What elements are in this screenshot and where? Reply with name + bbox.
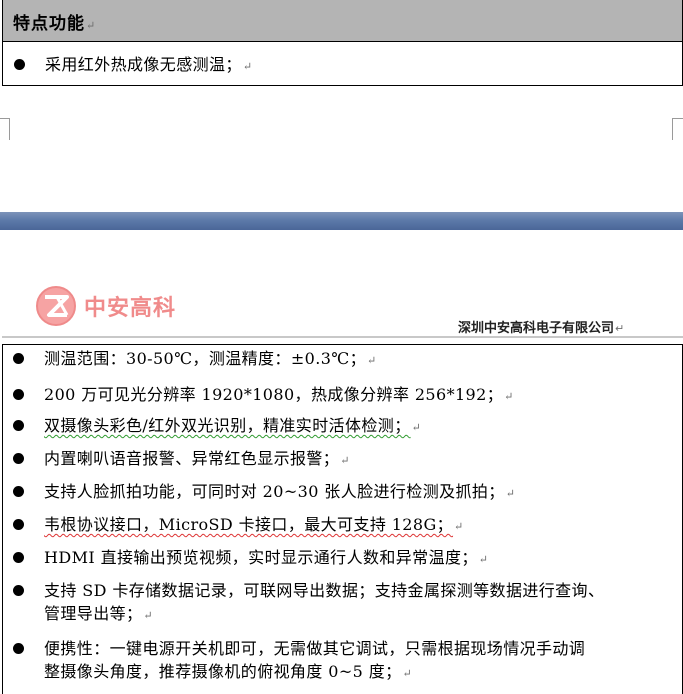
- page-break-separator: [0, 212, 683, 230]
- logo-text: 中安高科: [84, 296, 177, 321]
- list-item[interactable]: 内置喇叭语音报警、异常红色显示报警；↵: [44, 448, 350, 472]
- bullet-icon: [14, 59, 25, 70]
- section-heading[interactable]: 特点功能↵: [13, 9, 96, 34]
- bullet-icon: [13, 585, 24, 596]
- list-item[interactable]: 采用红外热成像无感测温；↵: [45, 54, 252, 78]
- feature-table-top: 特点功能↵ 采用红外热成像无感测温；↵: [2, 0, 683, 86]
- bullet-icon: [13, 552, 24, 563]
- header-rule: [2, 336, 683, 338]
- bullet-icon: [13, 486, 24, 497]
- page-corner-mark: [672, 118, 683, 119]
- list-item-continuation[interactable]: 整摄像头角度，推荐摄像机的俯视角度 0~5 度；↵: [44, 661, 412, 685]
- bullet-icon: [13, 353, 24, 364]
- list-item[interactable]: HDMI 直接输出预览视频，实时显示通行人数和异常温度；↵: [44, 547, 488, 571]
- list-item-continuation[interactable]: 管理导出等；↵: [44, 603, 153, 627]
- bullet-icon: [13, 643, 24, 654]
- list-item[interactable]: 韦根协议接口，MicroSD 卡接口，最大可支持 128G；↵: [44, 514, 464, 538]
- bullet-icon: [13, 389, 24, 400]
- bullet-icon: [13, 453, 24, 464]
- list-item[interactable]: 支持人脸抓拍功能，可同时对 20~30 张人脸进行检测及抓拍；↵: [44, 481, 515, 505]
- page-corner-mark: [9, 118, 10, 140]
- company-logo-icon: [36, 286, 76, 326]
- list-item[interactable]: 便携性：一键电源开关机即可，无需做其它调试，只需根据现场情况手动调: [44, 638, 585, 660]
- list-item[interactable]: 双摄像头彩色/红外双光识别，精准实时活体检测；↵: [44, 415, 421, 439]
- list-item[interactable]: 200 万可见光分辨率 1920*1080，热成像分辨率 256*192；↵: [44, 384, 514, 408]
- table-header-row: 特点功能↵: [3, 0, 682, 42]
- list-item[interactable]: 支持 SD 卡存储数据记录，可联网导出数据；支持金属探测等数据进行查询、: [44, 580, 604, 602]
- page-header-company[interactable]: 深圳中安高科电子有限公司↵: [458, 317, 624, 336]
- paragraph-mark: ↵: [86, 19, 97, 32]
- table-row: 采用红外热成像无感测温；↵: [3, 42, 682, 85]
- bullet-icon: [13, 519, 24, 530]
- list-item[interactable]: 测温范围：30-50℃，测温精度：±0.3℃；↵: [44, 348, 377, 372]
- page-corner-mark: [672, 118, 673, 140]
- bullet-icon: [13, 420, 24, 431]
- page-corner-mark: [0, 118, 9, 119]
